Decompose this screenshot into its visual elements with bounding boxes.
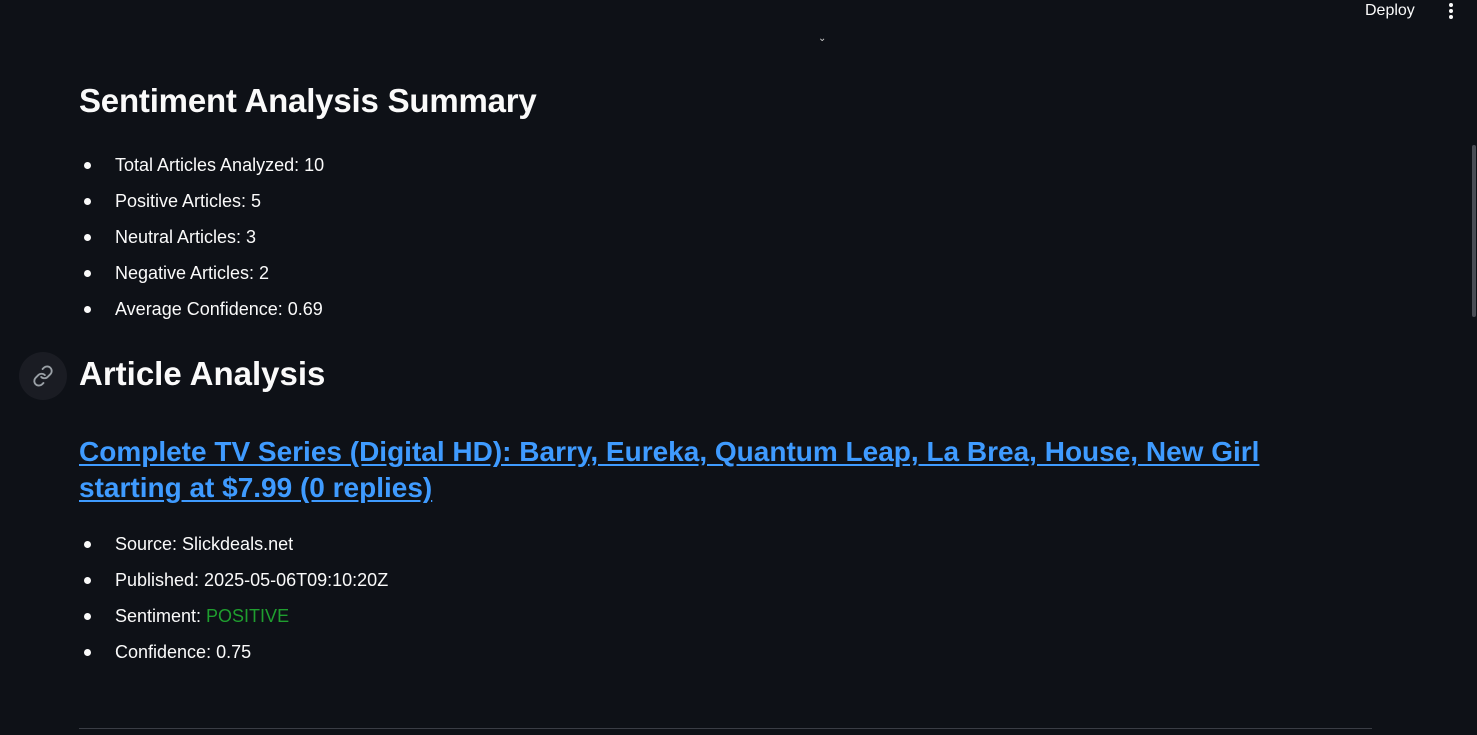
summary-title: Sentiment Analysis Summary — [79, 82, 537, 119]
article-source: Source: Slickdeals.net — [79, 532, 388, 568]
article-details-list: Source: Slickdeals.net Published: 2025-0… — [79, 532, 388, 676]
deploy-button[interactable]: Deploy — [1365, 2, 1415, 20]
scrollbar[interactable] — [1472, 145, 1476, 317]
chevron-down-icon[interactable]: ⌄ — [818, 34, 826, 44]
link-icon[interactable] — [19, 352, 67, 400]
more-vertical-icon[interactable] — [1446, 3, 1456, 21]
sentiment-value: POSITIVE — [206, 606, 290, 626]
app-root: Deploy ⌄ Sentiment Analysis Summary Tota… — [0, 0, 1477, 735]
list-item: Total Articles Analyzed: 10 — [79, 153, 324, 189]
list-item: Average Confidence: 0.69 — [79, 297, 324, 333]
list-item: Positive Articles: 5 — [79, 189, 324, 225]
sentiment-label: Sentiment: — [115, 606, 207, 626]
list-item: Negative Articles: 2 — [79, 261, 324, 297]
article-sentiment: Sentiment: POSITIVE — [79, 604, 388, 640]
divider — [79, 728, 1372, 729]
article-title-link[interactable]: Complete TV Series (Digital HD): Barry, … — [79, 434, 1359, 506]
article-published: Published: 2025-05-06T09:10:20Z — [79, 568, 388, 604]
article-confidence: Confidence: 0.75 — [79, 640, 388, 676]
list-item: Neutral Articles: 3 — [79, 225, 324, 261]
section-heading: Article Analysis — [79, 355, 326, 392]
summary-list: Total Articles Analyzed: 10 Positive Art… — [79, 153, 324, 333]
